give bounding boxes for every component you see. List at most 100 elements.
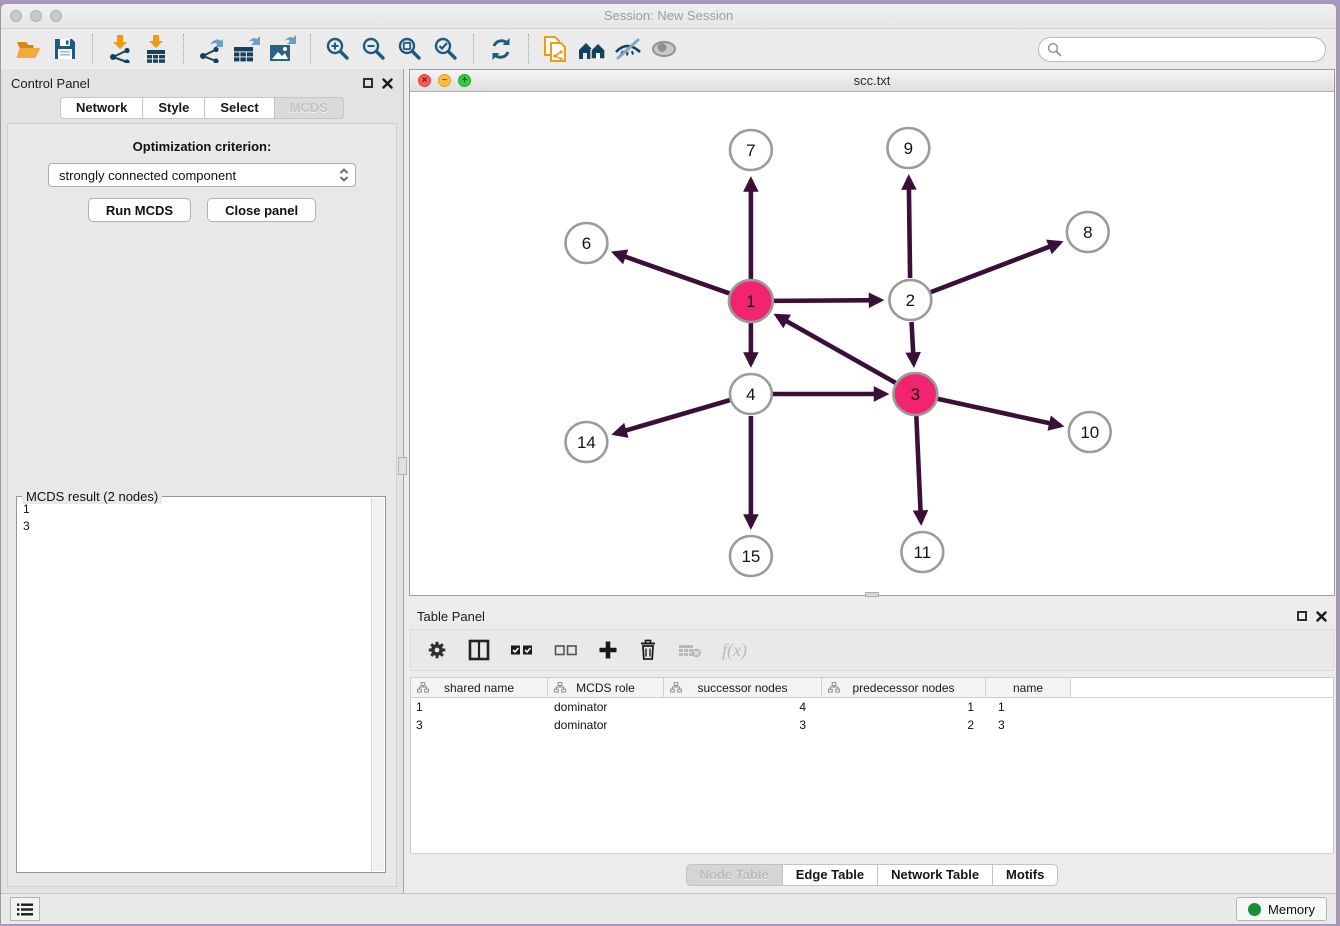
column-type-icon bbox=[828, 682, 840, 694]
graph-edge-4-14[interactable] bbox=[615, 400, 730, 433]
graph-edge-2-3[interactable] bbox=[912, 322, 914, 364]
delete-column-icon bbox=[678, 641, 702, 659]
first-neighbors-icon[interactable] bbox=[574, 33, 610, 65]
toolbar-separator bbox=[528, 34, 529, 64]
close-table-panel-icon[interactable] bbox=[1316, 611, 1327, 622]
tab-edge-table[interactable]: Edge Table bbox=[782, 864, 878, 886]
delete-rows-trash-icon[interactable] bbox=[638, 639, 658, 661]
tab-mcds[interactable]: MCDS bbox=[274, 97, 344, 119]
search-box bbox=[1038, 37, 1326, 62]
cell-successor-nodes: 3 bbox=[664, 718, 822, 734]
memory-label: Memory bbox=[1268, 902, 1315, 917]
open-session-icon[interactable] bbox=[11, 33, 47, 65]
cell-mcds-role: dominator bbox=[548, 700, 664, 716]
network-canvas[interactable]: 7968124314101511 bbox=[410, 92, 1334, 595]
import-table-icon[interactable] bbox=[138, 33, 174, 65]
graph-edge-2-8[interactable] bbox=[931, 243, 1060, 292]
graph-edge-1-6[interactable] bbox=[615, 253, 731, 294]
run-mcds-button[interactable]: Run MCDS bbox=[88, 198, 191, 222]
column-header-name[interactable]: name bbox=[986, 678, 1071, 697]
column-header-label: name bbox=[1013, 681, 1043, 695]
graph-node-label-3: 3 bbox=[911, 385, 920, 404]
cell-mcds-role: dominator bbox=[548, 718, 664, 734]
hide-selected-icon[interactable] bbox=[610, 33, 646, 65]
graph-edge-3-1[interactable] bbox=[777, 316, 896, 383]
minimize-window-button[interactable] bbox=[30, 10, 42, 22]
cell-predecessor-nodes: 2 bbox=[822, 718, 986, 734]
panel-splitter-handle[interactable] bbox=[398, 457, 407, 475]
table-row[interactable]: 1dominator411 bbox=[411, 700, 1333, 716]
graph-edge-3-10[interactable] bbox=[937, 399, 1061, 426]
zoom-out-icon[interactable] bbox=[356, 33, 392, 65]
network-maximize-icon[interactable]: + bbox=[458, 74, 471, 87]
create-column-plus-icon[interactable] bbox=[598, 640, 618, 660]
table-settings-gear-icon[interactable] bbox=[426, 639, 448, 661]
graph-edge-2-9[interactable] bbox=[909, 178, 910, 278]
status-bar: Memory bbox=[1, 893, 1336, 924]
zoom-selected-icon[interactable] bbox=[428, 33, 464, 65]
float-table-panel-icon[interactable] bbox=[1297, 611, 1307, 621]
network-minimize-icon[interactable]: − bbox=[438, 74, 451, 87]
memory-status-icon bbox=[1248, 903, 1261, 916]
close-panel-button[interactable]: Close panel bbox=[207, 198, 316, 222]
zoom-in-icon[interactable] bbox=[320, 33, 356, 65]
tab-node-table[interactable]: Node Table bbox=[686, 864, 783, 886]
cell-shared-name: 3 bbox=[411, 718, 548, 734]
export-image-icon[interactable] bbox=[265, 33, 301, 65]
graph-node-label-7: 7 bbox=[746, 141, 755, 160]
close-panel-icon[interactable] bbox=[382, 78, 393, 89]
graph-node-label-1: 1 bbox=[746, 292, 755, 311]
node-table: shared nameMCDS role successor nodes prede… bbox=[410, 677, 1334, 854]
graph-edge-3-11[interactable] bbox=[916, 416, 921, 522]
application-window: Session: New Session bbox=[0, 3, 1337, 924]
close-window-button[interactable] bbox=[10, 10, 22, 22]
memory-button[interactable]: Memory bbox=[1236, 897, 1327, 921]
save-session-icon[interactable] bbox=[47, 33, 83, 65]
table-panel-title: Table Panel bbox=[417, 609, 485, 624]
graph-node-label-2: 2 bbox=[906, 291, 915, 310]
network-titlebar: × − + scc.txt bbox=[410, 70, 1334, 92]
tab-select[interactable]: Select bbox=[204, 97, 274, 119]
show-column-panel-icon[interactable] bbox=[468, 639, 490, 661]
right-stack: × − + scc.txt 7968124314101511 Table Pan… bbox=[404, 69, 1336, 893]
tab-style[interactable]: Style bbox=[142, 97, 205, 119]
maximize-window-button[interactable] bbox=[50, 10, 62, 22]
tab-network[interactable]: Network bbox=[60, 97, 143, 119]
column-header-label: predecessor nodes bbox=[852, 681, 954, 695]
float-panel-icon[interactable] bbox=[363, 78, 373, 88]
table-row[interactable]: 3dominator323 bbox=[411, 718, 1333, 734]
cell-name: 1 bbox=[986, 700, 1071, 716]
table-toolbar: f(x) bbox=[410, 629, 1334, 671]
control-panel: Control Panel NetworkStyleSelectMCDS Opt… bbox=[1, 69, 404, 893]
column-header-successor-nodes[interactable]: successor nodes bbox=[664, 678, 822, 697]
refresh-icon[interactable] bbox=[483, 33, 519, 65]
column-header-mcds-role[interactable]: MCDS role bbox=[548, 678, 664, 697]
task-history-button[interactable] bbox=[10, 897, 40, 921]
show-all-icon[interactable] bbox=[646, 33, 682, 65]
column-header-predecessor-nodes[interactable]: predecessor nodes bbox=[822, 678, 986, 697]
column-header-label: successor nodes bbox=[697, 681, 787, 695]
result-scrollbar[interactable] bbox=[371, 498, 384, 871]
tab-network-table[interactable]: Network Table bbox=[877, 864, 993, 886]
select-all-columns-icon[interactable] bbox=[510, 643, 534, 657]
graph-node-label-15: 15 bbox=[741, 547, 760, 566]
cell-shared-name: 1 bbox=[411, 700, 548, 716]
network-resize-handle[interactable] bbox=[865, 592, 879, 597]
graph-node-label-14: 14 bbox=[577, 433, 596, 452]
criterion-select-value: strongly connected component bbox=[59, 168, 236, 183]
search-input[interactable] bbox=[1038, 37, 1326, 62]
graph-edge-1-2[interactable] bbox=[773, 300, 881, 301]
tab-motifs[interactable]: Motifs bbox=[992, 864, 1058, 886]
network-close-icon[interactable]: × bbox=[418, 74, 431, 87]
import-network-icon[interactable] bbox=[102, 33, 138, 65]
graph-node-label-6: 6 bbox=[582, 234, 591, 253]
column-header-shared-name[interactable]: shared name bbox=[411, 678, 548, 697]
zoom-fit-icon[interactable] bbox=[392, 33, 428, 65]
criterion-select[interactable]: strongly connected component bbox=[48, 163, 356, 187]
new-network-from-selection-icon[interactable] bbox=[538, 33, 574, 65]
export-network-icon[interactable] bbox=[193, 33, 229, 65]
graph-node-label-8: 8 bbox=[1083, 223, 1092, 242]
cell-successor-nodes: 4 bbox=[664, 700, 822, 716]
export-table-icon[interactable] bbox=[229, 33, 265, 65]
deselect-all-columns-icon[interactable] bbox=[554, 643, 578, 657]
